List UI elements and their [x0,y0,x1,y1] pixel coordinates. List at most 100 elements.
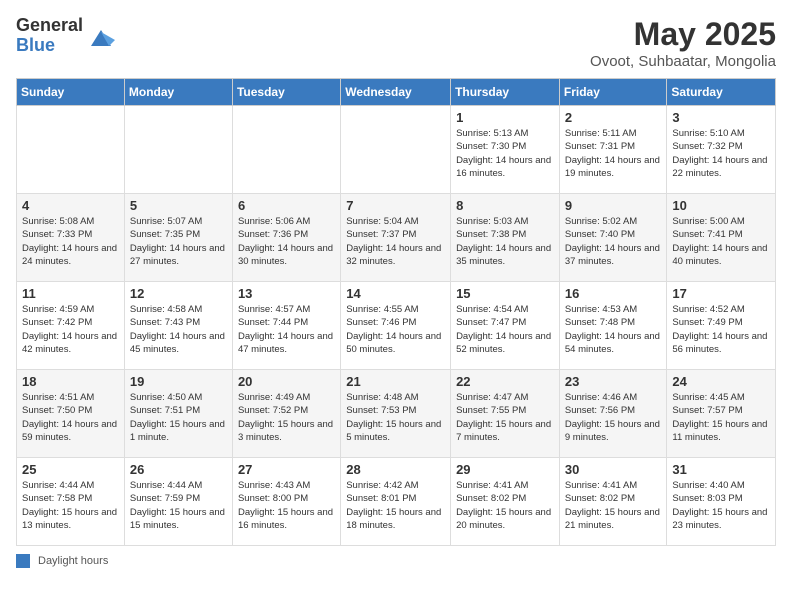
header-cell-friday: Friday [559,79,667,106]
day-cell: 24 Sunrise: 4:45 AM Sunset: 7:57 PM Dayli… [667,370,776,458]
day-cell: 27 Sunrise: 4:43 AM Sunset: 8:00 PM Dayli… [232,458,340,546]
day-number: 6 [238,198,335,213]
day-cell: 31 Sunrise: 4:40 AM Sunset: 8:03 PM Dayli… [667,458,776,546]
header-cell-sunday: Sunday [17,79,125,106]
day-cell: 20Sunrise: 4:49 AM Sunset: 7:52 PM Dayli… [232,370,340,458]
day-number: 17 [672,286,770,301]
day-number: 29 [456,462,554,477]
day-info: Sunrise: 4:55 AM Sunset: 7:46 PM Dayligh… [346,303,445,356]
week-row-2: 4 Sunrise: 5:08 AM Sunset: 7:33 PM Daylig… [17,194,776,282]
day-number: 27 [238,462,335,477]
day-number: 16 [565,286,662,301]
day-cell: 29 Sunrise: 4:41 AM Sunset: 8:02 PM Dayli… [451,458,560,546]
day-cell: 21 Sunrise: 4:48 AM Sunset: 7:53 PM Dayli… [341,370,451,458]
day-info: Sunrise: 4:53 AM Sunset: 7:48 PM Dayligh… [565,303,662,356]
day-cell: 23 Sunrise: 4:46 AM Sunset: 7:56 PM Dayli… [559,370,667,458]
day-number: 10 [672,198,770,213]
day-number: 3 [672,110,770,125]
day-number: 15 [456,286,554,301]
day-info: Sunrise: 4:42 AM Sunset: 8:01 PM Dayligh… [346,479,445,532]
day-cell: 18 Sunrise: 4:51 AM Sunset: 7:50 PM Dayli… [17,370,125,458]
header-cell-monday: Monday [124,79,232,106]
day-cell [232,106,340,194]
day-cell: 16 Sunrise: 4:53 AM Sunset: 7:48 PM Dayli… [559,282,667,370]
day-info: Sunrise: 4:43 AM Sunset: 8:00 PM Dayligh… [238,479,335,532]
day-info: Sunrise: 4:52 AM Sunset: 7:49 PM Dayligh… [672,303,770,356]
day-cell: 17 Sunrise: 4:52 AM Sunset: 7:49 PM Dayli… [667,282,776,370]
week-row-4: 18 Sunrise: 4:51 AM Sunset: 7:50 PM Dayli… [17,370,776,458]
footer-label: Daylight hours [38,555,108,567]
day-cell: 2 Sunrise: 5:11 AM Sunset: 7:31 PM Daylig… [559,106,667,194]
calendar-header: SundayMondayTuesdayWednesdayThursdayFrid… [17,79,776,106]
month-title: May 2025 [590,16,776,53]
day-info: Sunrise: 4:51 AM Sunset: 7:50 PM Dayligh… [22,391,119,444]
footer: Daylight hours [16,554,776,568]
calendar-body: 1 Sunrise: 5:13 AM Sunset: 7:30 PM Daylig… [17,106,776,546]
day-info: Sunrise: 5:03 AM Sunset: 7:38 PM Dayligh… [456,215,554,268]
day-cell: 3 Sunrise: 5:10 AM Sunset: 7:32 PM Daylig… [667,106,776,194]
day-info: Sunrise: 5:11 AM Sunset: 7:31 PM Dayligh… [565,127,662,180]
day-info: Sunrise: 5:00 AM Sunset: 7:41 PM Dayligh… [672,215,770,268]
logo-general-text: General [16,16,83,36]
header-cell-wednesday: Wednesday [341,79,451,106]
day-number: 8 [456,198,554,213]
day-info: Sunrise: 4:54 AM Sunset: 7:47 PM Dayligh… [456,303,554,356]
day-number: 23 [565,374,662,389]
logo: General Blue [16,16,115,56]
day-number: 18 [22,374,119,389]
day-info: Sunrise: 5:04 AM Sunset: 7:37 PM Dayligh… [346,215,445,268]
day-number: 13 [238,286,335,301]
day-cell: 13 Sunrise: 4:57 AM Sunset: 7:44 PM Dayli… [232,282,340,370]
day-number: 20 [238,374,335,389]
day-cell: 9 Sunrise: 5:02 AM Sunset: 7:40 PM Daylig… [559,194,667,282]
day-info: Sunrise: 4:46 AM Sunset: 7:56 PM Dayligh… [565,391,662,444]
day-info: Sunrise: 5:10 AM Sunset: 7:32 PM Dayligh… [672,127,770,180]
week-row-1: 1 Sunrise: 5:13 AM Sunset: 7:30 PM Daylig… [17,106,776,194]
day-number: 26 [130,462,227,477]
day-number: 31 [672,462,770,477]
day-info: Sunrise: 4:59 AM Sunset: 7:42 PM Dayligh… [22,303,119,356]
logo-blue-text: Blue [16,36,83,56]
day-info: Sunrise: 4:41 AM Sunset: 8:02 PM Dayligh… [456,479,554,532]
day-info: Sunrise: 5:02 AM Sunset: 7:40 PM Dayligh… [565,215,662,268]
day-cell: 11Sunrise: 4:59 AM Sunset: 7:42 PM Dayli… [17,282,125,370]
day-cell: 22Sunrise: 4:47 AM Sunset: 7:55 PM Dayli… [451,370,560,458]
day-cell: 25Sunrise: 4:44 AM Sunset: 7:58 PM Dayli… [17,458,125,546]
day-cell: 10 Sunrise: 5:00 AM Sunset: 7:41 PM Dayli… [667,194,776,282]
day-cell: 7Sunrise: 5:04 AM Sunset: 7:37 PM Daylig… [341,194,451,282]
day-number: 14 [346,286,445,301]
day-number: 1 [456,110,554,125]
day-cell: 4 Sunrise: 5:08 AM Sunset: 7:33 PM Daylig… [17,194,125,282]
day-info: Sunrise: 4:44 AM Sunset: 7:58 PM Dayligh… [22,479,119,532]
day-number: 9 [565,198,662,213]
day-info: Sunrise: 4:45 AM Sunset: 7:57 PM Dayligh… [672,391,770,444]
day-number: 22 [456,374,554,389]
week-row-5: 25Sunrise: 4:44 AM Sunset: 7:58 PM Dayli… [17,458,776,546]
day-cell: 15 Sunrise: 4:54 AM Sunset: 7:47 PM Dayli… [451,282,560,370]
header-cell-tuesday: Tuesday [232,79,340,106]
day-cell: 26 Sunrise: 4:44 AM Sunset: 7:59 PM Dayli… [124,458,232,546]
header-cell-thursday: Thursday [451,79,560,106]
day-info: Sunrise: 4:57 AM Sunset: 7:44 PM Dayligh… [238,303,335,356]
day-info: Sunrise: 4:58 AM Sunset: 7:43 PM Dayligh… [130,303,227,356]
day-info: Sunrise: 4:41 AM Sunset: 8:02 PM Dayligh… [565,479,662,532]
day-cell [341,106,451,194]
day-info: Sunrise: 5:08 AM Sunset: 7:33 PM Dayligh… [22,215,119,268]
day-number: 28 [346,462,445,477]
day-number: 5 [130,198,227,213]
day-cell: 6Sunrise: 5:06 AM Sunset: 7:36 PM Daylig… [232,194,340,282]
day-number: 30 [565,462,662,477]
day-info: Sunrise: 4:48 AM Sunset: 7:53 PM Dayligh… [346,391,445,444]
day-number: 24 [672,374,770,389]
day-cell: 5 Sunrise: 5:07 AM Sunset: 7:35 PM Daylig… [124,194,232,282]
day-info: Sunrise: 5:13 AM Sunset: 7:30 PM Dayligh… [456,127,554,180]
day-info: Sunrise: 4:40 AM Sunset: 8:03 PM Dayligh… [672,479,770,532]
day-number: 4 [22,198,119,213]
day-number: 2 [565,110,662,125]
day-info: Sunrise: 5:07 AM Sunset: 7:35 PM Dayligh… [130,215,227,268]
week-row-3: 11Sunrise: 4:59 AM Sunset: 7:42 PM Dayli… [17,282,776,370]
header-cell-saturday: Saturday [667,79,776,106]
calendar-table: SundayMondayTuesdayWednesdayThursdayFrid… [16,78,776,546]
day-number: 21 [346,374,445,389]
day-info: Sunrise: 4:44 AM Sunset: 7:59 PM Dayligh… [130,479,227,532]
